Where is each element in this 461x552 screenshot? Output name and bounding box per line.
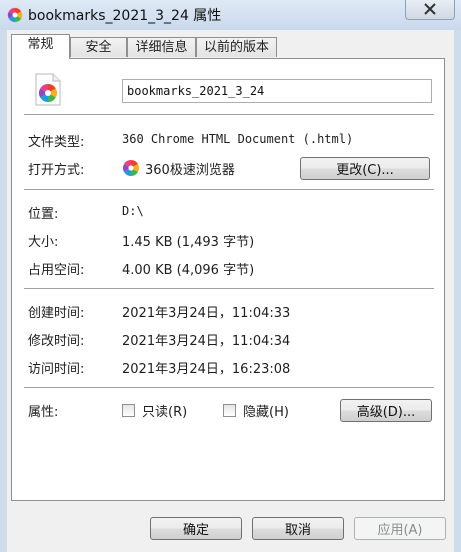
separator	[24, 114, 434, 115]
opens-with-value: 360极速浏览器	[145, 163, 235, 178]
modified-value: 2021年3月24日，11:04:34	[122, 334, 291, 349]
cancel-button[interactable]: 取消	[252, 517, 344, 540]
file-icon	[35, 73, 61, 106]
window-title: bookmarks_2021_3_24 属性	[28, 8, 222, 24]
accessed-label: 访问时间:	[28, 362, 85, 377]
tab-details[interactable]: 详细信息	[127, 37, 196, 57]
size-label: 大小:	[28, 235, 59, 250]
opens-with-label: 打开方式:	[28, 163, 85, 178]
file-name-input[interactable]	[122, 79, 432, 103]
separator	[24, 189, 434, 190]
size-on-disk-value: 4.00 KB (4,096 字节)	[122, 263, 255, 278]
tab-general[interactable]: 常规	[11, 34, 70, 59]
accessed-value: 2021年3月24日，16:23:08	[122, 362, 291, 377]
separator	[24, 288, 434, 289]
file-type-label: 文件类型:	[28, 135, 85, 150]
general-tab-panel: 文件类型: 360 Chrome HTML Document (.html) 打…	[11, 58, 445, 501]
size-on-disk-label: 占用空间:	[28, 263, 85, 278]
advanced-button[interactable]: 高级(D)...	[340, 399, 432, 422]
location-label: 位置:	[28, 207, 59, 222]
created-value: 2021年3月24日，11:04:33	[122, 306, 291, 321]
close-button[interactable]	[405, 0, 455, 20]
size-value: 1.45 KB (1,493 字节)	[122, 235, 255, 250]
separator	[24, 387, 434, 388]
tab-security[interactable]: 安全	[70, 37, 127, 57]
change-button[interactable]: 更改(C)...	[300, 157, 430, 180]
readonly-checkbox[interactable]	[122, 404, 135, 417]
title-bar[interactable]: bookmarks_2021_3_24 属性	[0, 0, 461, 30]
hidden-checkbox[interactable]	[223, 404, 236, 417]
ok-button[interactable]: 确定	[150, 517, 242, 540]
apply-button[interactable]: 应用(A)	[354, 517, 446, 540]
browser-360-icon	[123, 160, 139, 176]
file-app-icon	[7, 7, 23, 23]
file-type-value: 360 Chrome HTML Document (.html)	[122, 132, 354, 146]
created-label: 创建时间:	[28, 306, 85, 321]
close-icon	[424, 3, 436, 15]
tab-previous-versions[interactable]: 以前的版本	[196, 37, 277, 57]
hidden-label[interactable]: 隐藏(H)	[243, 401, 289, 420]
readonly-label[interactable]: 只读(R)	[142, 401, 187, 420]
properties-dialog: 常规 安全 详细信息 以前的版本 文件类型: 360 Chrome HTML D…	[7, 30, 454, 552]
location-value: D:\	[122, 204, 144, 218]
modified-label: 修改时间:	[28, 334, 85, 349]
attributes-label: 属性:	[28, 405, 59, 420]
